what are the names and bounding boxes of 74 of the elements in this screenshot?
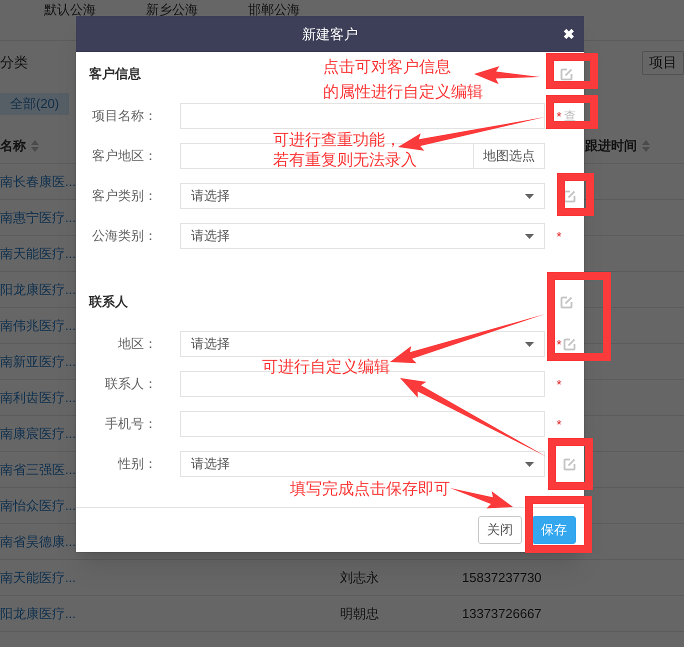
highlight-box (546, 95, 598, 129)
close-button[interactable]: 关闭 (478, 516, 522, 544)
filter-label: 分类 (0, 53, 28, 72)
sort-icon[interactable] (642, 140, 650, 152)
input-field[interactable] (180, 103, 545, 129)
select-field[interactable]: 请选择 (180, 331, 545, 357)
select-field[interactable]: 请选择 (180, 223, 545, 249)
annotation-note: 可进行自定义编辑 (262, 358, 390, 378)
table-cell: 15837237730 (462, 570, 542, 585)
required-mark: * (555, 230, 563, 242)
select-field[interactable]: 请选择 (180, 451, 545, 477)
annotation-note: 点击可对客户信息 的属性进行自定义编辑 (323, 58, 483, 103)
section-title: 客户信息 (89, 66, 141, 81)
edit-icon[interactable] (563, 190, 576, 202)
highlight-box (557, 173, 594, 216)
required-mark: * (555, 378, 563, 390)
edit-icon[interactable] (560, 68, 573, 80)
customer-link[interactable]: 南省昊德康... (0, 534, 76, 549)
check-duplicate-button[interactable]: 查 (564, 109, 576, 123)
table-cell: 明朝忠 (340, 606, 379, 621)
select-field[interactable]: 请选择 (180, 183, 545, 209)
arrow (474, 66, 540, 84)
customer-link[interactable]: 南怡众医疗... (0, 498, 76, 513)
edit-icon[interactable] (563, 338, 576, 350)
required-mark: * (555, 338, 563, 350)
project-button[interactable]: 项目 (642, 50, 684, 74)
column-header: 跟进时间 (585, 136, 637, 155)
customer-link[interactable]: 南天能医疗... (0, 570, 76, 585)
dialog-title: 新建客户 (302, 24, 358, 44)
field-label: 性别： (118, 455, 157, 474)
table-cell: 13373726667 (462, 606, 542, 621)
field-label: 地区： (118, 335, 157, 354)
dropdown-caret-icon (525, 194, 534, 198)
customer-link[interactable]: 南惠宁医疗... (0, 210, 76, 225)
highlight-box (546, 53, 598, 89)
field-label: 客户类别： (92, 187, 157, 206)
field-label: 联系人： (105, 375, 157, 394)
filter-chip[interactable]: 全部(20) (0, 93, 70, 115)
annotation-note: 填写完成点击保存即可 (290, 480, 450, 500)
customer-link[interactable]: 南长春康医... (0, 174, 76, 189)
dropdown-caret-icon (525, 462, 534, 466)
field-label: 客户地区： (92, 147, 157, 166)
map-pick-button[interactable]: 地图选点 (474, 143, 545, 169)
sort-icon[interactable] (31, 140, 39, 152)
field-label: 项目名称： (92, 107, 157, 126)
customer-link[interactable]: 南利齿医疗... (0, 390, 76, 405)
customer-link[interactable]: 南新亚医疗... (0, 354, 76, 369)
required-mark: * (555, 110, 563, 122)
customer-link[interactable]: 阳龙康医疗... (0, 282, 76, 297)
customer-link[interactable]: 阳龙康医疗... (0, 606, 76, 621)
input-field[interactable] (180, 411, 545, 437)
highlight-box (548, 438, 593, 490)
required-mark: * (555, 418, 563, 430)
annotation-note: 可进行查重功能， 若有重复则无法录入 (273, 131, 417, 171)
dropdown-caret-icon (525, 234, 534, 238)
customer-link[interactable]: 南省三强医... (0, 462, 76, 477)
edit-icon[interactable] (560, 296, 573, 308)
tab[interactable]: 默认公海 (44, 2, 96, 18)
save-button[interactable]: 保存 (532, 516, 576, 544)
customer-link[interactable]: 南伟兆医疗... (0, 318, 76, 333)
close-button[interactable]: ✖ (563, 24, 575, 44)
arrow (450, 488, 513, 508)
table-cell: 刘志永 (340, 570, 379, 585)
customer-link[interactable]: 南天能医疗... (0, 246, 76, 261)
field-label: 手机号： (105, 415, 157, 434)
edit-icon[interactable] (563, 458, 576, 470)
tab[interactable]: 邯郸公海 (248, 2, 300, 18)
field-label: 公海类别： (92, 227, 157, 246)
section-title: 联系人 (89, 294, 128, 309)
highlight-box (525, 496, 592, 553)
column-header: 名称 (0, 136, 26, 155)
dropdown-caret-icon (525, 342, 534, 346)
tab[interactable]: 新乡公海 (146, 2, 198, 18)
customer-link[interactable]: 南康宸医疗... (0, 426, 76, 441)
